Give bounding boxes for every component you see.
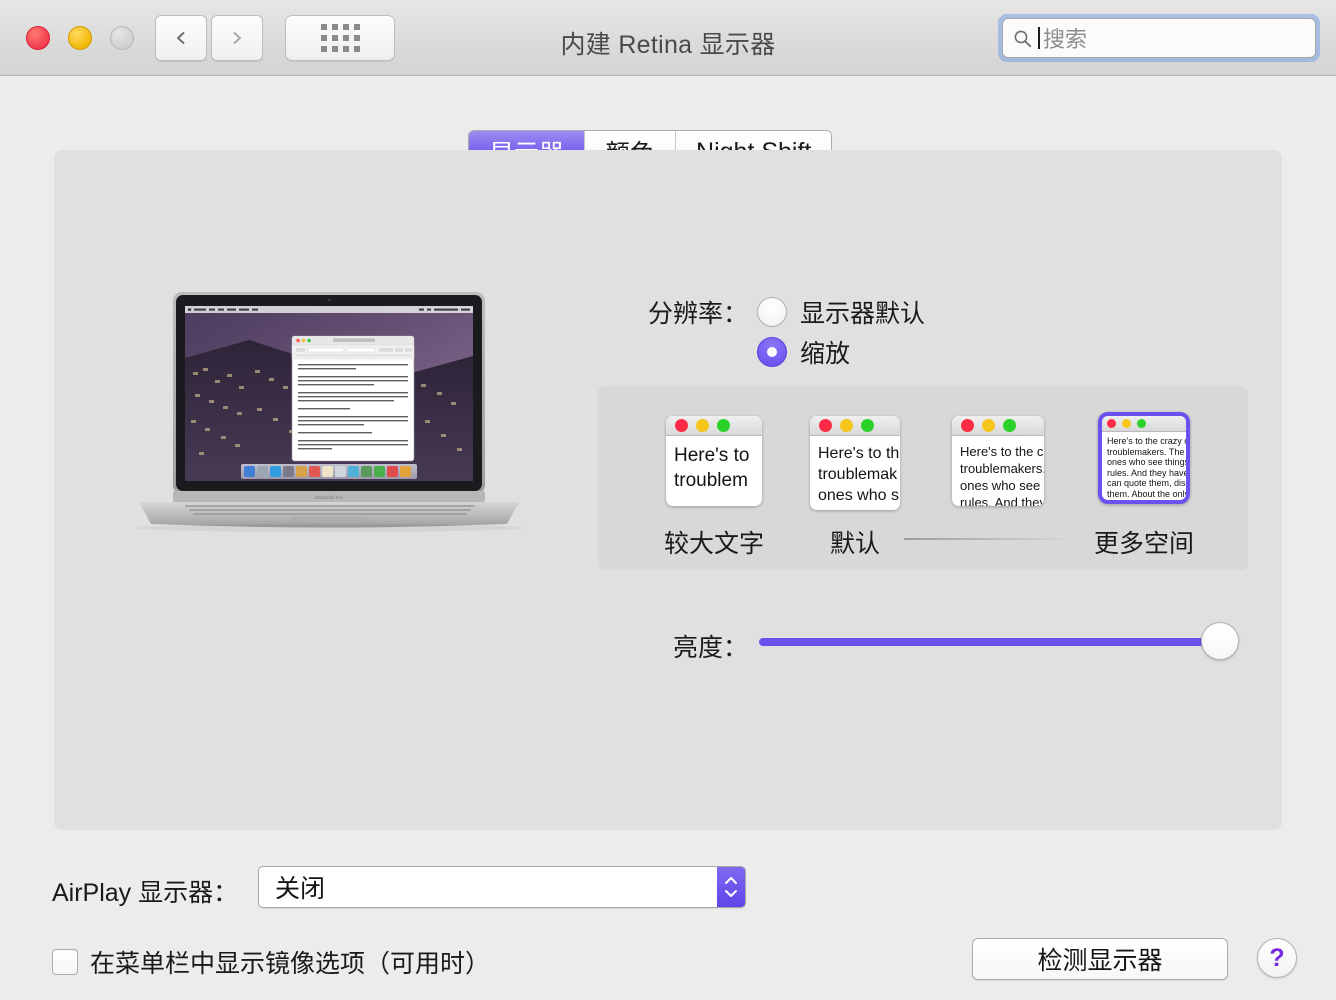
thumb-titlebar-2	[952, 416, 1044, 436]
scaling-thumb-1[interactable]: Here's to th troublemak ones who s	[810, 416, 900, 510]
airplay-label: AirPlay 显示器：	[52, 879, 239, 907]
thumb-titlebar-3	[1102, 416, 1186, 432]
resolution-option-scaled-label: 缩放	[800, 340, 851, 368]
search-icon	[1014, 30, 1032, 47]
airplay-popup-button[interactable]: 关闭	[258, 866, 746, 908]
window-titlebar: 内建 Retina 显示器 搜索	[0, 0, 1336, 76]
text-caret	[1038, 27, 1040, 49]
chevron-up-icon	[725, 877, 737, 884]
device-label: MacBook Pro	[315, 495, 343, 500]
chevron-down-icon	[725, 890, 737, 897]
scaling-separator	[904, 538, 1074, 540]
scaling-label-more-space: 更多空间	[1093, 530, 1194, 558]
mirroring-checkbox-row[interactable]: 在菜单栏中显示镜像选项（可用时）	[52, 944, 490, 980]
radio-default[interactable]	[757, 297, 787, 327]
scaling-thumb-2[interactable]: Here's to the cr troublemakers. ones who…	[952, 416, 1044, 506]
brightness-label: 亮度：	[672, 634, 748, 662]
macbook-preview-illustration: MacBook Pro	[137, 292, 521, 532]
brightness-slider[interactable]	[759, 622, 1239, 660]
radio-scaled[interactable]	[757, 337, 787, 367]
thumb-titlebar-0	[666, 416, 762, 436]
scaling-thumb-0[interactable]: Here's to troublem	[666, 416, 762, 506]
scaling-options-group: Here's to troublem Here's to th troublem…	[598, 386, 1248, 570]
help-button[interactable]: ?	[1257, 938, 1297, 978]
thumb-text-2: Here's to the cr troublemakers. ones who…	[960, 444, 1044, 506]
detect-displays-button[interactable]: 检测显示器	[972, 938, 1228, 980]
search-field[interactable]: 搜索	[1002, 18, 1316, 58]
thumb-text-3: Here's to the crazy one troublemakers. T…	[1107, 436, 1186, 504]
display-settings-panel: MacBook Pro 分辨率： 显示器默认 缩放 Here's to trou…	[54, 150, 1282, 830]
search-placeholder: 搜索	[1043, 27, 1088, 52]
mirroring-checkbox[interactable]	[52, 949, 78, 975]
thumb-text-0: Here's to troublem	[674, 445, 750, 491]
resolution-label: 分辨率：	[647, 300, 748, 328]
brightness-slider-track	[759, 638, 1219, 646]
brightness-slider-knob[interactable]	[1201, 622, 1239, 660]
popup-stepper-arrows[interactable]	[717, 867, 745, 907]
search-focus-ring: 搜索	[998, 14, 1320, 62]
scaling-label-default: 默认	[829, 530, 880, 558]
preferences-body: 显示器 颜色 Night Shift	[0, 76, 1336, 1000]
resolution-option-default-label: 显示器默认	[800, 300, 926, 328]
scaling-thumbnails: Here's to troublem Here's to th troublem…	[598, 386, 1248, 570]
scaling-label-larger-text: 较大文字	[663, 530, 764, 558]
airplay-selected-value: 关闭	[275, 875, 326, 903]
thumb-text-1: Here's to th troublemak ones who s	[818, 445, 900, 504]
thumb-titlebar-1	[810, 416, 900, 436]
resolution-option-default[interactable]: 显示器默认	[757, 294, 925, 330]
scaling-thumb-3[interactable]: Here's to the crazy one troublemakers. T…	[1098, 412, 1190, 504]
mirroring-checkbox-label: 在菜单栏中显示镜像选项（可用时）	[90, 950, 491, 978]
resolution-option-scaled[interactable]: 缩放	[757, 334, 850, 370]
